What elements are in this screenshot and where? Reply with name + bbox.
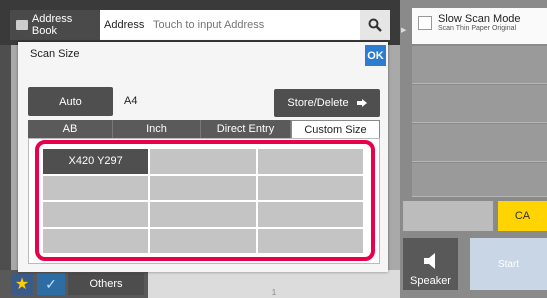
tab-ab[interactable]: AB [28,120,113,138]
right-slot-3 [412,124,547,162]
check-button[interactable]: ✓ [37,273,65,295]
speaker-button[interactable]: Speaker [403,238,458,290]
store-delete-label: Store/Delete [287,97,349,109]
tab-direct-entry[interactable]: Direct Entry [201,120,291,138]
tab-inch[interactable]: Inch [113,120,201,138]
checkmark-icon: ✓ [45,275,57,292]
size-tabs: AB Inch Direct Entry Custom Size [28,120,380,138]
current-size-value: A4 [124,95,138,107]
speaker-icon [423,253,435,269]
preview-button[interactable] [403,201,493,231]
start-label: Start [497,258,520,270]
address-input[interactable] [147,10,360,40]
store-delete-button[interactable]: Store/Delete [274,89,380,117]
slow-scan-subtitle: Scan Thin Paper Original [438,25,517,32]
start-button[interactable]: Start [470,238,547,290]
favorite-button[interactable]: ★ [11,273,33,295]
expand-arrow-icon[interactable]: ▶ [401,26,406,34]
address-label: Address [100,10,147,40]
address-book-button[interactable]: Address Book [10,10,100,40]
right-slot-1 [412,46,547,84]
ca-button[interactable]: CA [498,201,547,231]
right-slot-2 [412,85,547,123]
arrow-right-icon [356,99,367,107]
others-button[interactable]: Others [68,273,144,295]
page-indicator: 1 [148,270,400,298]
address-book-icon [16,20,28,30]
ok-button[interactable]: OK [365,45,386,66]
right-slot-4 [412,163,547,197]
address-book-label: Address Book [31,13,73,37]
slow-scan-title: Slow Scan Mode [438,13,521,25]
dialog-title: Scan Size [30,48,80,60]
page-number: 1 [271,288,277,297]
search-button[interactable] [360,10,390,40]
star-icon: ★ [14,276,30,293]
slow-scan-mode-toggle[interactable]: Slow Scan Mode Scan Thin Paper Original [412,8,547,44]
speaker-label: Speaker [410,275,451,287]
search-icon [368,18,382,32]
slow-scan-checkbox[interactable] [418,16,432,30]
auto-button[interactable]: Auto [28,87,113,116]
tab-custom-size[interactable]: Custom Size [291,120,380,138]
highlight-frame [35,140,375,261]
left-strip [0,45,11,298]
